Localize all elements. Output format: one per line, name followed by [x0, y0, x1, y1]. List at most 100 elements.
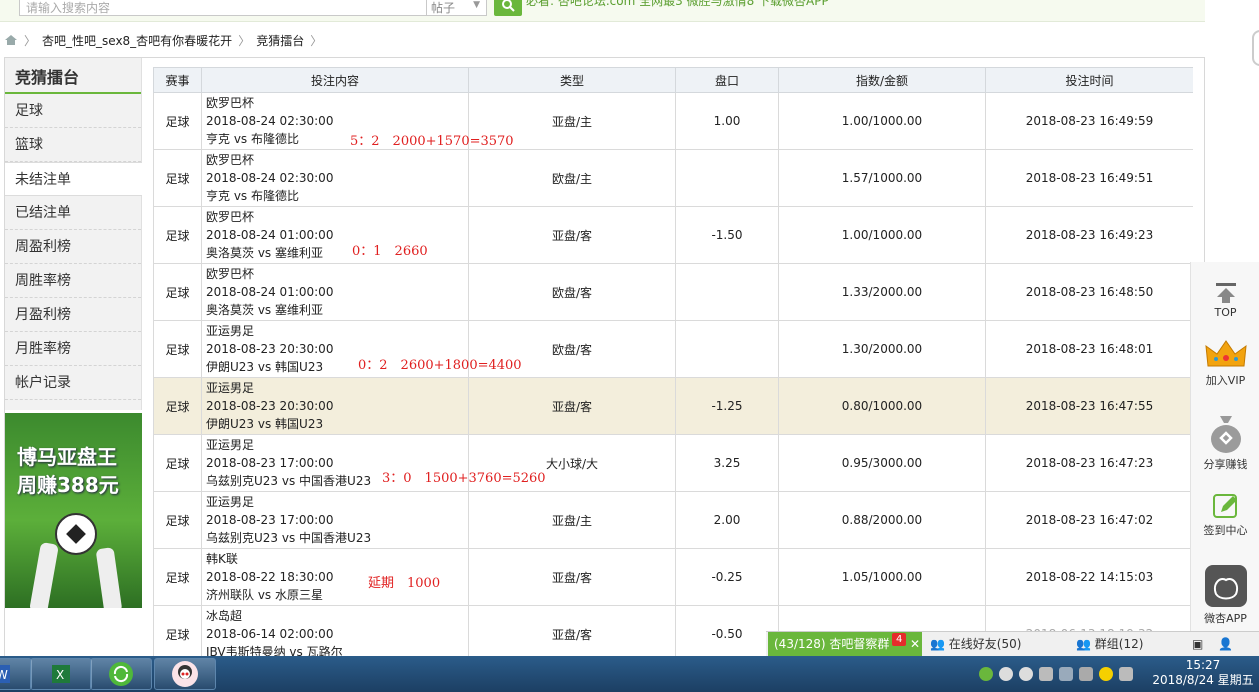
sidebar-item-monthly-profit[interactable]: 月盈利榜 — [5, 298, 141, 332]
handwritten-note: 延期 1000 — [368, 576, 441, 591]
app-logo-icon — [1204, 565, 1247, 607]
groups-button[interactable]: 👥 群组(12) — [1076, 632, 1143, 657]
column-header: 赛事 — [153, 67, 202, 93]
sidebar-item-football[interactable]: 足球 — [5, 94, 141, 128]
share-earn-button[interactable]: 分享赚钱 — [1191, 414, 1259, 472]
table-row: 足球 亚运男足 2018-08-23 20:30:00 伊朗U23 vs 韩国U23 0… — [153, 320, 1193, 378]
table-row: 足球 韩K联 2018-08-22 18:30:00 济州联队 vs 水原三星 延期 1… — [153, 548, 1193, 606]
bet-time-cell: 2018-08-23 16:47:02 — [985, 491, 1193, 549]
tray-qq-icon[interactable] — [1019, 667, 1033, 681]
tray-mute-icon[interactable] — [1079, 667, 1093, 681]
breadcrumb: 〉 杏吧_性吧_sex8_杏吧有你春暖花开 〉 竞猜擂台 〉 — [4, 31, 328, 49]
sidebar-item-basketball[interactable]: 篮球 — [5, 128, 141, 162]
breadcrumb-separator-icon: 〉 — [238, 33, 251, 48]
bet-content-cell: 欧罗巴杯 2018-08-24 01:00:00 奥洛莫茨 vs 塞维利亚 0：1 2… — [201, 206, 469, 264]
league-label: 亚运男足 — [206, 495, 255, 509]
sport-cell: 足球 — [153, 206, 202, 264]
search-button[interactable] — [494, 0, 522, 16]
taskbar-word-icon[interactable]: W — [0, 658, 32, 690]
league-label: 欧罗巴杯 — [206, 210, 255, 224]
bet-time-cell: 2018-08-23 16:49:59 — [985, 92, 1193, 150]
soccer-ball-icon — [55, 513, 97, 555]
handicap-cell: -1.50 — [675, 206, 779, 264]
word-icon: W — [0, 665, 10, 683]
odds-amount-cell: 1.30/2000.00 — [778, 320, 986, 378]
table-row: 足球 欧罗巴杯 2018-08-24 02:30:00 亨克 vs 布隆德比 5：2 2… — [153, 92, 1193, 150]
clock-time: 15:27 — [1185, 658, 1221, 672]
chat-group-tab[interactable]: (43/128) 杏吧督察群 4 ✕ — [768, 632, 922, 657]
sidebar-item-account-records[interactable]: 帐户记录 — [5, 366, 141, 400]
sport-cell: 足球 — [153, 434, 202, 492]
tray-volume-icon[interactable] — [1119, 667, 1133, 681]
handicap-cell: 3.25 — [675, 434, 779, 492]
bet-content-cell: 亚运男足 2018-08-23 17:00:00 乌兹别克U23 vs 中国香港U2… — [201, 491, 469, 549]
table-row: 足球 亚运男足 2018-08-23 20:30:00 伊朗U23 vs 韩国U23 亚… — [153, 377, 1193, 435]
avatar-icon — [172, 661, 198, 687]
search-type-select[interactable]: 帖子 ▼ — [427, 0, 487, 16]
search-input[interactable]: 请输入搜索内容 — [19, 0, 427, 16]
tray-plus-icon[interactable] — [1099, 667, 1113, 681]
clock-date: 2018/8/24 星期五 — [1152, 673, 1254, 687]
breadcrumb-forum-link[interactable]: 杏吧_性吧_sex8_杏吧有你春暖花开 — [42, 32, 232, 49]
sport-cell: 足球 — [153, 263, 202, 321]
sport-cell: 足球 — [153, 149, 202, 207]
join-vip-button[interactable]: 加入VIP — [1191, 338, 1259, 388]
table-row: 足球 欧罗巴杯 2018-08-24 01:00:00 奥洛莫茨 vs 塞维利亚 0：1… — [153, 206, 1193, 264]
handicap-cell: -0.25 — [675, 548, 779, 606]
sidebar: 竞猜擂台 足球 篮球 未结注单 已结注单 周盈利榜 周胜率榜 月盈利榜 月胜率榜… — [5, 58, 142, 410]
chat-group-label: (43/128) 杏吧督察群 — [774, 637, 890, 651]
sidebar-item-settled-bets[interactable]: 已结注单 — [5, 196, 141, 230]
chevron-down-icon: ▼ — [473, 0, 480, 10]
weixing-app-button[interactable]: 微杏APP — [1191, 564, 1259, 626]
money-bag-icon — [1210, 416, 1241, 453]
league-label: 韩K联 — [206, 552, 238, 566]
taskbar-refresh-icon[interactable] — [90, 658, 152, 690]
svg-text:W: W — [0, 668, 8, 682]
sidebar-item-weekly-profit[interactable]: 周盈利榜 — [5, 230, 141, 264]
type-cell: 欧盘/主 — [468, 149, 676, 207]
taskbar-excel-icon[interactable]: X — [30, 658, 92, 690]
ad-banner[interactable]: 博马亚盘王 周赚388元 — [5, 413, 142, 608]
teams-label: 亨克 vs 布隆德比 — [206, 189, 299, 203]
handwritten-note: 0：1 2660 — [352, 244, 428, 259]
tray-app-icon[interactable] — [979, 667, 993, 681]
sidebar-item-weekly-winrate[interactable]: 周胜率榜 — [5, 264, 141, 298]
match-time: 2018-08-24 02:30:00 — [206, 114, 334, 128]
search-icon — [502, 0, 515, 12]
signin-center-button[interactable]: 签到中心 — [1191, 492, 1259, 538]
chat-strip: (43/128) 杏吧督察群 4 ✕ 👥 在线好友(50) 👥 群组(12) ▣… — [766, 631, 1259, 657]
league-label: 冰岛超 — [206, 609, 243, 623]
close-icon[interactable]: ✕ — [910, 632, 920, 657]
type-cell: 亚盘/客 — [468, 605, 676, 657]
user-status-icon[interactable]: 👤 — [1218, 632, 1233, 657]
promo-link[interactable]: 必看: 杏吧论坛.com 全网最3 微腔与激情8 下载微杏APP — [526, 0, 829, 8]
table-row: 足球 亚运男足 2018-08-23 17:00:00 乌兹别克U23 vs 中国香港… — [153, 434, 1193, 492]
league-label: 亚运男足 — [206, 381, 255, 395]
ad-player-leg-image — [29, 541, 59, 608]
odds-amount-cell: 0.80/1000.00 — [778, 377, 986, 435]
top-search-bar: 请输入搜索内容 帖子 ▼ 必看: 杏吧论坛.com 全网最3 微腔与激情8 下载… — [0, 0, 1205, 22]
teams-label: IBV韦斯特曼纳 vs 瓦路尔 — [206, 645, 343, 657]
tray-qq-icon[interactable] — [999, 667, 1013, 681]
taskbar-clock[interactable]: 15:27 2018/8/24 星期五 — [1148, 658, 1258, 688]
tray-network-icon[interactable] — [1059, 667, 1073, 681]
teams-label: 奥洛莫茨 vs 塞维利亚 — [206, 246, 323, 260]
bet-time-cell: 2018-08-23 16:49:51 — [985, 149, 1193, 207]
friends-icon: 👥 — [930, 637, 945, 651]
sidebar-item-open-bets[interactable]: 未结注单 — [5, 162, 142, 196]
taskbar-avatar-app-icon[interactable] — [154, 658, 216, 690]
sport-cell: 足球 — [153, 320, 202, 378]
column-header: 投注时间 — [985, 67, 1193, 93]
online-friends-button[interactable]: 👥 在线好友(50) — [930, 632, 1021, 657]
signin-center-label: 签到中心 — [1203, 524, 1248, 537]
back-to-top-button[interactable]: TOP — [1191, 282, 1259, 319]
search-type-label: 帖子 — [431, 1, 456, 15]
home-icon[interactable] — [4, 34, 18, 46]
chat-settings-icon[interactable]: ▣ — [1192, 632, 1203, 657]
sidebar-item-monthly-winrate[interactable]: 月胜率榜 — [5, 332, 141, 366]
system-tray — [973, 658, 1143, 690]
breadcrumb-current-link[interactable]: 竞猜擂台 — [256, 32, 304, 49]
tray-clipboard-icon[interactable] — [1039, 667, 1053, 681]
bet-time-cell: 2018-08-23 16:47:23 — [985, 434, 1193, 492]
sport-cell: 足球 — [153, 548, 202, 606]
